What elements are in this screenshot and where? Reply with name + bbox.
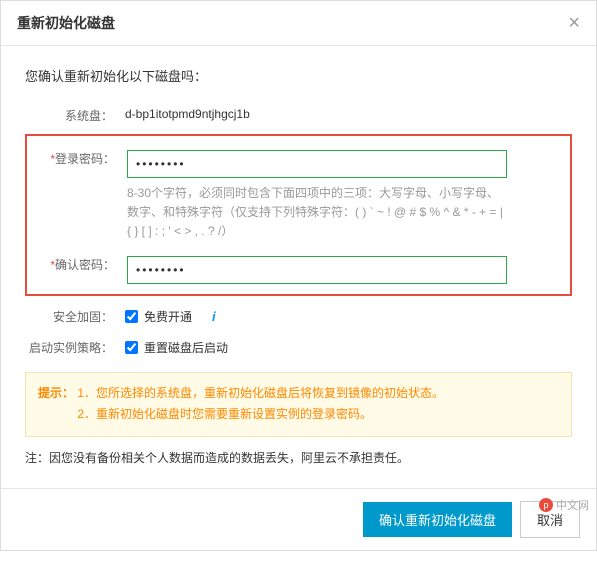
password-highlight-box: *登录密码： •••••••• 8-30个字符，必须同时包含下面四项中的三项：大… xyxy=(25,134,572,296)
login-password-input[interactable]: •••••••• xyxy=(127,150,507,178)
startup-policy-row: 启动实例策略： 重置磁盘后启动 xyxy=(25,335,572,356)
confirm-password-row: *确认密码： •••••••• xyxy=(27,252,560,284)
modal-header: 重新初始化磁盘 × xyxy=(1,1,596,46)
confirm-password-input[interactable]: •••••••• xyxy=(127,256,507,284)
security-row: 安全加固： 免费开通 i xyxy=(25,304,572,325)
note-text: 注：因您没有备份相关个人数据而造成的数据丢失，阿里云不承担责任。 xyxy=(25,449,572,466)
watermark: p 中文网 xyxy=(539,497,589,513)
login-password-label: *登录密码： xyxy=(27,146,127,167)
system-disk-label: 系统盘： xyxy=(25,103,125,124)
modal-body: 您确认重新初始化以下磁盘吗： 系统盘： d-bp1itotpmd9ntjhgcj… xyxy=(1,46,596,488)
close-icon[interactable]: × xyxy=(568,13,580,33)
tip-line-2: 2．重新初始化磁盘时您需要重新设置实例的登录密码。 xyxy=(77,407,372,421)
startup-checkbox-label: 重置磁盘后启动 xyxy=(144,339,228,356)
login-password-row: *登录密码： •••••••• 8-30个字符，必须同时包含下面四项中的三项：大… xyxy=(27,146,560,242)
security-checkbox[interactable] xyxy=(125,310,138,323)
modal-dialog: 重新初始化磁盘 × 您确认重新初始化以下磁盘吗： 系统盘： d-bp1itotp… xyxy=(0,0,597,551)
confirm-password-label: *确认密码： xyxy=(27,252,127,273)
confirm-question: 您确认重新初始化以下磁盘吗： xyxy=(25,66,572,85)
php-icon: p xyxy=(539,498,553,512)
startup-policy-label: 启动实例策略： xyxy=(25,335,125,356)
security-label: 安全加固： xyxy=(25,304,125,325)
startup-checkbox[interactable] xyxy=(125,341,138,354)
password-hint: 8-30个字符，必须同时包含下面四项中的三项：大写字母、小写字母、数字、和特殊字… xyxy=(127,184,507,242)
system-disk-row: 系统盘： d-bp1itotpmd9ntjhgcj1b xyxy=(25,103,572,124)
security-checkbox-label: 免费开通 xyxy=(144,308,192,325)
tip-label: 提示： xyxy=(38,386,74,400)
modal-footer: 确认重新初始化磁盘 取消 xyxy=(1,488,596,550)
tip-line-1: 1．您所选择的系统盘，重新初始化磁盘后将恢复到镜像的初始状态。 xyxy=(77,386,444,400)
info-icon[interactable]: i xyxy=(212,309,216,324)
tip-box: 提示： 1．您所选择的系统盘，重新初始化磁盘后将恢复到镜像的初始状态。 提示： … xyxy=(25,372,572,437)
modal-title: 重新初始化磁盘 xyxy=(17,13,115,33)
system-disk-value: d-bp1itotpmd9ntjhgcj1b xyxy=(125,103,572,121)
watermark-text: 中文网 xyxy=(556,497,589,513)
confirm-button[interactable]: 确认重新初始化磁盘 xyxy=(363,502,512,537)
